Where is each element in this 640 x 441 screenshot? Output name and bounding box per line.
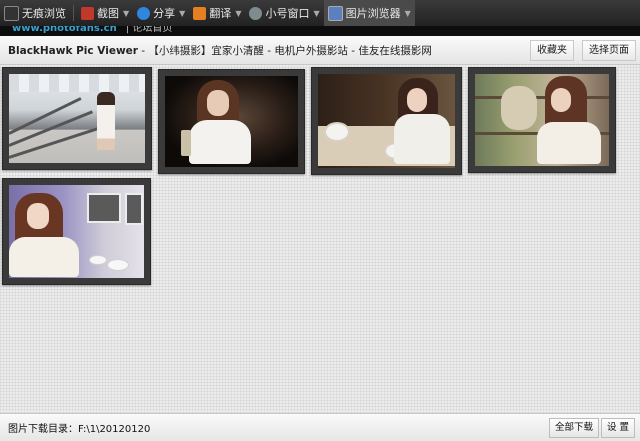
incognito-icon	[4, 5, 19, 21]
thumbnail[interactable]	[311, 67, 462, 175]
app-name: BlackHawk Pic Viewer	[8, 44, 138, 57]
photo-cafe	[318, 74, 455, 168]
select-page-button[interactable]: 选择页面	[582, 40, 636, 61]
image-viewer-label: 图片浏览器	[345, 7, 401, 20]
photo-purple-room	[9, 185, 144, 278]
photo-shop	[475, 74, 609, 166]
thumbnail[interactable]	[2, 67, 152, 170]
viewer-title: BlackHawk Pic Viewer - 【小纬摄影】宜家小清醒 - 电机户…	[8, 43, 432, 58]
download-directory: 图片下载目录：F:\1\20120120	[8, 420, 150, 435]
viewer-header: BlackHawk Pic Viewer - 【小纬摄影】宜家小清醒 - 电机户…	[0, 36, 640, 65]
photo-dark-portrait	[165, 76, 298, 167]
thumbnail[interactable]	[468, 67, 616, 173]
translate-label: 翻译	[209, 7, 232, 20]
site-url[interactable]: www.photofans.cn	[12, 26, 117, 34]
bottom-bar: 图片下载目录：F:\1\20120120 全部下载 设 置	[0, 413, 640, 441]
screenshot-button[interactable]: 截图 ▼	[77, 0, 133, 26]
favorites-button[interactable]: 收藏夹	[530, 40, 574, 61]
forum-home-link[interactable]: | 论坛首页	[126, 26, 173, 34]
browser-toolbar: 无痕浏览 截图 ▼ 分享 ▼ 翻译 ▼ 小号窗口 ▼ 图片浏览器 ▼	[0, 0, 640, 26]
share-icon	[137, 6, 151, 20]
toolbar-divider	[73, 5, 74, 21]
image-viewer-button[interactable]: 图片浏览器 ▼	[323, 0, 415, 26]
translate-icon	[193, 6, 207, 20]
download-dir-value: F:\1\20120120	[78, 424, 151, 435]
alt-window-button[interactable]: 小号窗口 ▼	[245, 0, 323, 26]
page-title: - 【小纬摄影】宜家小清醒 - 电机户外摄影站 - 佳友在线摄影网	[137, 44, 432, 57]
download-dir-label: 图片下载目录：	[8, 424, 78, 435]
chevron-down-icon[interactable]: ▼	[405, 9, 411, 18]
thumbnail-gallery	[0, 65, 640, 413]
alt-window-label: 小号窗口	[265, 7, 310, 20]
chevron-down-icon[interactable]: ▼	[313, 9, 319, 18]
alt-window-icon	[249, 6, 263, 20]
screenshot-label: 截图	[97, 7, 119, 20]
chevron-down-icon[interactable]: ▼	[123, 9, 129, 18]
page-strip: www.photofans.cn | 论坛首页	[0, 26, 640, 36]
translate-button[interactable]: 翻译 ▼	[189, 0, 245, 26]
photo-subway	[9, 74, 145, 163]
screenshot-icon	[81, 6, 94, 20]
chevron-down-icon[interactable]: ▼	[235, 9, 241, 18]
image-viewer-icon	[327, 5, 343, 21]
share-button[interactable]: 分享 ▼	[133, 0, 189, 26]
incognito-label: 无痕浏览	[22, 7, 66, 20]
incognito-button[interactable]: 无痕浏览	[0, 0, 70, 26]
thumbnail[interactable]	[158, 69, 305, 174]
download-all-button[interactable]: 全部下载	[549, 418, 600, 438]
chevron-down-icon[interactable]: ▼	[179, 9, 185, 18]
settings-button[interactable]: 设 置	[601, 418, 636, 438]
share-label: 分享	[153, 7, 176, 20]
thumbnail[interactable]	[2, 178, 151, 285]
